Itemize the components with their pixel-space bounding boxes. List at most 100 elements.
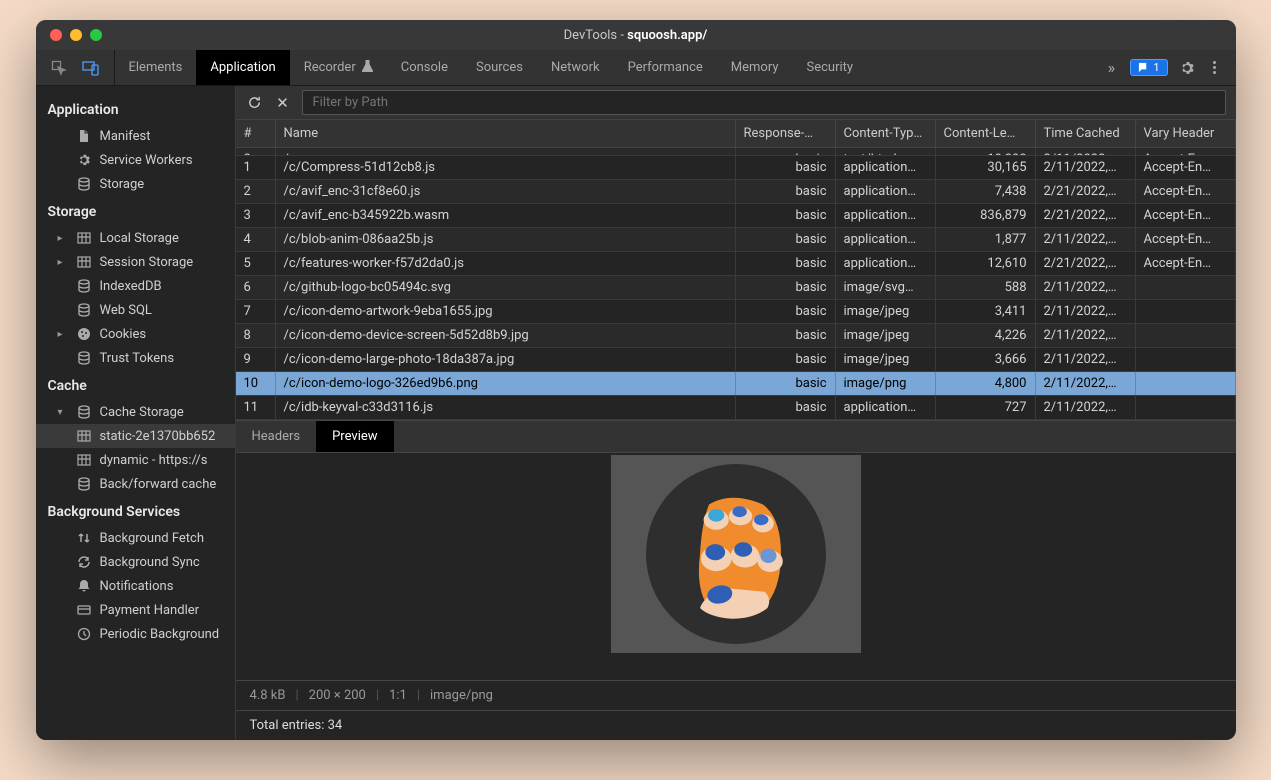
sidebar-item-periodic-background[interactable]: Periodic Background — [36, 622, 235, 646]
table-row[interactable]: 7/c/icon-demo-artwork-9eba1655.jpgbasici… — [236, 300, 1236, 324]
cell-vary: Accept-En… — [1136, 204, 1236, 227]
sidebar-item-storage[interactable]: Storage — [36, 172, 235, 196]
table-row[interactable]: 3/c/avif_enc-b345922b.wasmbasicapplicati… — [236, 204, 1236, 228]
column-header[interactable]: Response-… — [736, 120, 836, 147]
cell-vary: Accept-En… — [1136, 148, 1236, 156]
sidebar-item-indexeddb[interactable]: IndexedDB — [36, 274, 235, 298]
cell-i: 8 — [236, 324, 276, 347]
cell-i: 11 — [236, 396, 276, 419]
column-header[interactable]: Vary Header — [1136, 120, 1236, 147]
close-window-button[interactable] — [50, 29, 62, 41]
cell-len: 836,879 — [936, 204, 1036, 227]
image-preview — [611, 455, 861, 653]
cell-len: 3,411 — [936, 300, 1036, 323]
column-header[interactable]: Time Cached — [1036, 120, 1136, 147]
sidebar-item-notifications[interactable]: Notifications — [36, 574, 235, 598]
sidebar-item-label: Service Workers — [100, 153, 193, 168]
table-row[interactable]: 2/c/avif_enc-31cf8e60.jsbasicapplication… — [236, 180, 1236, 204]
sidebar-item-label: Background Sync — [100, 555, 200, 570]
cell-time: 2/11/2022,… — [1036, 148, 1136, 156]
sidebar-item-background-fetch[interactable]: Background Fetch — [36, 526, 235, 550]
cell-resp: basic — [736, 228, 836, 251]
file-icon — [76, 128, 92, 144]
table-row[interactable]: 10/c/icon-demo-logo-326ed9b6.pngbasicima… — [236, 372, 1236, 396]
sidebar-item-label: Session Storage — [100, 255, 194, 270]
cell-ctype: application… — [836, 396, 936, 419]
cell-ctype: image/png — [836, 372, 936, 395]
titlebar: DevTools - squoosh.app/ — [36, 20, 1236, 50]
sidebar-group-storage: Storage — [36, 196, 235, 226]
mime-type: image/png — [430, 688, 493, 703]
cell-len: 4,800 — [936, 372, 1036, 395]
sidebar-item-web-sql[interactable]: Web SQL — [36, 298, 235, 322]
column-header[interactable]: # — [236, 120, 276, 147]
cell-name: / — [276, 148, 736, 156]
minimize-window-button[interactable] — [70, 29, 82, 41]
sidebar-item-background-sync[interactable]: Background Sync — [36, 550, 235, 574]
panel-tab-security[interactable]: Security — [793, 50, 868, 85]
sidebar-item-service-workers[interactable]: Service Workers — [36, 148, 235, 172]
cell-time: 2/11/2022,… — [1036, 324, 1136, 347]
column-header[interactable]: Content-Le… — [936, 120, 1036, 147]
clock-icon — [76, 626, 92, 642]
more-tabs-icon[interactable]: » — [1102, 59, 1120, 77]
table-row[interactable]: 1/c/Compress-51d12cb8.jsbasicapplication… — [236, 156, 1236, 180]
tree-arrow-icon: ▸ — [58, 329, 68, 340]
filter-input[interactable] — [302, 90, 1226, 115]
table-row[interactable]: 6/c/github-logo-bc05494c.svgbasicimage/s… — [236, 276, 1236, 300]
panel-tab-memory[interactable]: Memory — [717, 50, 793, 85]
panel-tab-performance[interactable]: Performance — [614, 50, 717, 85]
panel-tab-network[interactable]: Network — [537, 50, 614, 85]
sidebar-item-payment-handler[interactable]: Payment Handler — [36, 598, 235, 622]
table-row[interactable]: 11/c/idb-keyval-c33d3116.jsbasicapplicat… — [236, 396, 1236, 420]
delete-icon[interactable]: ✕ — [274, 94, 292, 112]
sidebar-item-static-2e1370bb652[interactable]: static-2e1370bb652 — [36, 424, 235, 448]
cell-resp: basic — [736, 180, 836, 203]
refresh-icon[interactable] — [246, 94, 264, 112]
device-emulation-icon[interactable] — [82, 59, 100, 77]
column-header[interactable]: Content-Typ… — [836, 120, 936, 147]
sidebar-item-cache-storage[interactable]: ▾Cache Storage — [36, 400, 235, 424]
panel-tab-application[interactable]: Application — [196, 50, 289, 85]
tree-arrow-icon: ▸ — [58, 257, 68, 268]
table-row[interactable]: 0/basictext/html; c…19,0882/11/2022,…Acc… — [236, 148, 1236, 156]
cell-time: 2/21/2022,… — [1036, 252, 1136, 275]
table-row[interactable]: 8/c/icon-demo-device-screen-5d52d8b9.jpg… — [236, 324, 1236, 348]
panel-tab-console[interactable]: Console — [387, 50, 462, 85]
main-menu-icon[interactable] — [1206, 59, 1224, 77]
sidebar-item-back-forward-cache[interactable]: Back/forward cache — [36, 472, 235, 496]
sidebar-item-cookies[interactable]: ▸Cookies — [36, 322, 235, 346]
maximize-window-button[interactable] — [90, 29, 102, 41]
main-pane: ✕ #NameResponse-…Content-Typ…Content-Le…… — [236, 86, 1236, 740]
db-icon — [76, 350, 92, 366]
db-icon — [76, 404, 92, 420]
cell-vary — [1136, 348, 1236, 371]
settings-icon[interactable] — [1178, 59, 1196, 77]
cell-time: 2/11/2022,… — [1036, 156, 1136, 179]
cell-ctype: application… — [836, 156, 936, 179]
grid-icon — [76, 428, 92, 444]
sidebar-item-local-storage[interactable]: ▸Local Storage — [36, 226, 235, 250]
detail-tab-headers[interactable]: Headers — [236, 421, 317, 452]
sidebar-item-dynamic-https-s[interactable]: dynamic - https://s — [36, 448, 235, 472]
column-header[interactable]: Name — [276, 120, 736, 147]
tabbar-right: » 1 — [1090, 50, 1235, 85]
cell-resp: basic — [736, 324, 836, 347]
sidebar-item-session-storage[interactable]: ▸ Session Storage — [36, 250, 235, 274]
detail-tab-preview[interactable]: Preview — [316, 421, 393, 452]
cell-len: 4,226 — [936, 324, 1036, 347]
inspect-element-icon[interactable] — [50, 59, 68, 77]
panel-tab-elements[interactable]: Elements — [115, 50, 197, 85]
sidebar-item-trust-tokens[interactable]: Trust Tokens — [36, 346, 235, 370]
sidebar-item-manifest[interactable]: Manifest — [36, 124, 235, 148]
panel-tab-sources[interactable]: Sources — [462, 50, 537, 85]
card-icon — [76, 602, 92, 618]
cell-time: 2/11/2022,… — [1036, 300, 1136, 323]
cell-vary — [1136, 300, 1236, 323]
table-row[interactable]: 9/c/icon-demo-large-photo-18da387a.jpgba… — [236, 348, 1236, 372]
table-row[interactable]: 5/c/features-worker-f57d2da0.jsbasicappl… — [236, 252, 1236, 276]
panel-tab-recorder[interactable]: Recorder — [290, 50, 387, 85]
table-row[interactable]: 4/c/blob-anim-086aa25b.jsbasicapplicatio… — [236, 228, 1236, 252]
sidebar-item-label: static-2e1370bb652 — [100, 429, 216, 444]
issues-badge[interactable]: 1 — [1130, 59, 1167, 76]
